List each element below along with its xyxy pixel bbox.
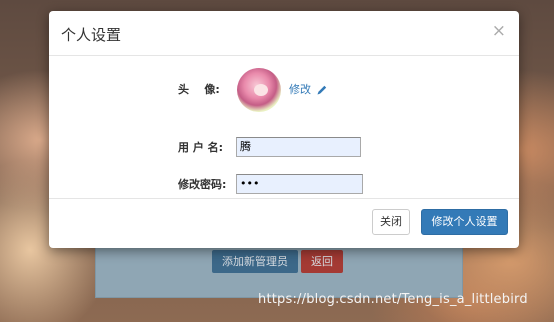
- username-label: 用 户 名:: [178, 141, 224, 154]
- dialog-title: 个人设置: [61, 26, 122, 44]
- dialog-body: 头 像: 修改 用 户 名: 腾 修改密码: •••: [49, 56, 519, 199]
- personal-settings-dialog: 个人设置 × 头 像: 修改 用 户 名: 腾 修改密码: ••• 关闭 修改个…: [49, 11, 519, 248]
- watermark-text: https://blog.csdn.net/Teng_is_a_littlebi…: [258, 292, 528, 307]
- password-label: 修改密码:: [178, 178, 227, 191]
- pencil-icon: [317, 85, 326, 95]
- dialog-header: 个人设置 ×: [49, 11, 519, 56]
- avatar: [237, 68, 281, 112]
- username-input[interactable]: 腾: [236, 137, 361, 157]
- save-settings-button[interactable]: 修改个人设置: [421, 209, 508, 235]
- avatar-face: [254, 84, 268, 96]
- edit-avatar-label: 修改: [289, 83, 311, 96]
- edit-avatar-link[interactable]: 修改: [289, 81, 328, 97]
- avatar-label: 头 像:: [178, 83, 220, 96]
- password-input[interactable]: •••: [236, 174, 363, 194]
- close-icon[interactable]: ×: [492, 21, 506, 41]
- close-button[interactable]: 关闭: [372, 209, 410, 235]
- back-button[interactable]: 返回: [301, 250, 343, 273]
- add-admin-button[interactable]: 添加新管理员: [212, 250, 298, 273]
- dialog-footer: 关闭 修改个人设置: [49, 199, 519, 247]
